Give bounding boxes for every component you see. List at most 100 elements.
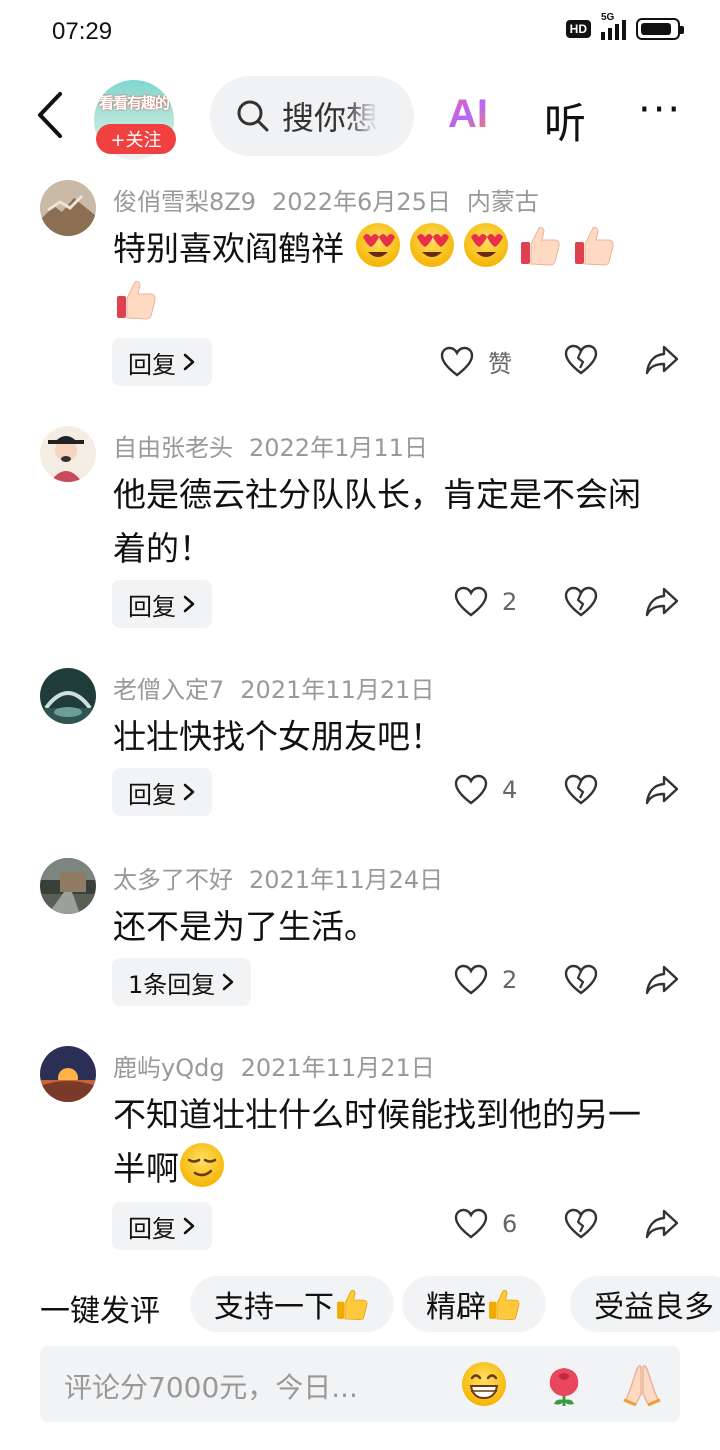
- comment-username[interactable]: 鹿屿yQdg: [113, 1054, 225, 1082]
- comment-actions: 6: [454, 1202, 704, 1250]
- quick-comment-chip[interactable]: 支持一下: [190, 1276, 394, 1332]
- reply-label: 回复: [128, 1214, 176, 1243]
- like-button[interactable]: 2: [454, 964, 517, 996]
- comment-username[interactable]: 自由张老头: [113, 434, 233, 462]
- dislike-button[interactable]: [564, 344, 598, 380]
- status-bar: 07:29 HD 5G: [0, 0, 720, 64]
- quick-comment-chip[interactable]: 精辟: [402, 1276, 546, 1332]
- share-button[interactable]: [644, 964, 680, 1000]
- dislike-button[interactable]: [564, 586, 598, 622]
- back-button[interactable]: [32, 90, 72, 140]
- avatar[interactable]: [40, 858, 96, 914]
- broken-heart-icon: [564, 344, 598, 375]
- comment-meta: 老僧入定7 2021年11月21日: [113, 670, 450, 705]
- like-count: 4: [502, 776, 518, 804]
- thumbs-up-emoji-icon: [117, 280, 156, 320]
- heart-icon: [454, 964, 488, 995]
- rose-emoji-icon[interactable]: [540, 1360, 588, 1408]
- like-button[interactable]: 4: [454, 774, 517, 806]
- comment-username[interactable]: 老僧入定7: [113, 676, 224, 704]
- avatar[interactable]: [40, 180, 96, 236]
- reply-button[interactable]: 回复: [112, 580, 212, 628]
- comment-input[interactable]: 评论分7000元，今日...: [40, 1346, 680, 1422]
- chevron-left-icon: [38, 92, 62, 138]
- like-count: 2: [502, 966, 518, 994]
- comment-text: 特别喜欢阎鹤祥: [113, 222, 673, 330]
- broken-heart-icon: [564, 964, 598, 995]
- more-button[interactable]: ···: [638, 90, 682, 130]
- like-button[interactable]: 2: [454, 586, 517, 618]
- comment-text: 他是德云社分队队长，肯定是不会闲着的！: [113, 475, 641, 568]
- smirk-emoji-icon: [180, 1143, 224, 1187]
- hd-icon: HD: [565, 20, 591, 38]
- reply-label: 回复: [128, 780, 176, 809]
- share-button[interactable]: [644, 344, 680, 380]
- comment-date: 2022年1月11日: [249, 434, 428, 462]
- like-count: 6: [502, 1210, 518, 1238]
- comment-meta: 鹿屿yQdg 2021年11月21日: [113, 1048, 451, 1083]
- broken-heart-icon: [564, 1208, 598, 1239]
- chip-label: 精辟: [426, 1290, 486, 1325]
- chevron-right-icon: [183, 353, 195, 371]
- heart-eyes-emoji-icon: [463, 223, 508, 267]
- comment-date: 2021年11月21日: [240, 1054, 435, 1082]
- comment-text: 还不是为了生活。: [113, 907, 377, 946]
- heart-eyes-emoji-icon: [355, 223, 400, 267]
- like-count: 2: [502, 588, 518, 616]
- like-button[interactable]: 6: [454, 1208, 517, 1240]
- ai-button[interactable]: AI: [448, 92, 488, 137]
- share-icon: [645, 1209, 679, 1239]
- comment-date: 2021年11月24日: [249, 866, 444, 894]
- chevron-right-icon: [223, 973, 234, 991]
- dislike-button[interactable]: [564, 964, 598, 1000]
- comment-text: 壮壮快找个女朋友吧！: [113, 717, 443, 756]
- like-label: 赞: [488, 350, 512, 378]
- chevron-right-icon: [183, 783, 195, 801]
- heart-icon: [454, 586, 488, 617]
- comment-text-content: 特别喜欢阎鹤祥: [113, 229, 344, 268]
- comment-date: 2021年11月21日: [240, 676, 435, 704]
- thumbs-up-emoji-icon: [520, 226, 560, 266]
- comment-meta: 太多了不好 2021年11月24日: [113, 860, 459, 895]
- grin-emoji-icon[interactable]: [460, 1360, 508, 1408]
- share-button[interactable]: [644, 774, 680, 810]
- signal-icon: 5G: [601, 12, 626, 40]
- comment-actions: 2: [454, 580, 704, 628]
- reply-button[interactable]: 回复: [112, 1202, 212, 1250]
- broken-heart-icon: [564, 586, 598, 617]
- avatar[interactable]: [40, 1046, 96, 1102]
- comment-text: 不知道壮壮什么时候能找到他的另一半啊: [113, 1088, 673, 1196]
- status-time: 07:29: [52, 18, 113, 45]
- reply-button[interactable]: 回复: [112, 338, 212, 386]
- comment-actions: 赞: [440, 338, 690, 386]
- reply-button[interactable]: 回复: [112, 768, 212, 816]
- pray-emoji-icon[interactable]: [618, 1360, 666, 1408]
- share-button[interactable]: [644, 586, 680, 622]
- follow-button[interactable]: +关注: [96, 124, 176, 154]
- avatar[interactable]: [40, 668, 96, 724]
- like-button[interactable]: 赞: [440, 344, 512, 379]
- comment-username[interactable]: 太多了不好: [113, 866, 233, 894]
- search-input[interactable]: 搜你想: [210, 76, 414, 156]
- comment-actions: 2: [454, 958, 704, 1006]
- listen-button[interactable]: 听: [544, 90, 586, 151]
- reply-label: 回复: [128, 350, 176, 379]
- dislike-button[interactable]: [564, 1208, 598, 1244]
- dislike-button[interactable]: [564, 774, 598, 810]
- reply-button[interactable]: 1条回复: [112, 958, 252, 1006]
- comment-username[interactable]: 俊俏雪梨8Z9: [113, 188, 256, 216]
- share-button[interactable]: [644, 1208, 680, 1244]
- search-placeholder: 搜你想: [282, 99, 379, 137]
- share-icon: [645, 587, 679, 617]
- thumbs-up-emoji-icon: [337, 1289, 368, 1321]
- chevron-right-icon: [183, 1217, 195, 1235]
- chip-label: 支持一下: [214, 1290, 334, 1325]
- quick-comment-chip[interactable]: 受益良多: [570, 1276, 720, 1332]
- avatar[interactable]: [40, 426, 96, 482]
- header: 看看有趣的 +关注 搜你想 AI 听 ···: [0, 72, 720, 162]
- channel-avatar-text: 看看有趣的: [98, 94, 170, 112]
- battery-icon: [636, 18, 684, 40]
- chip-label: 受益良多: [594, 1290, 714, 1325]
- heart-eyes-emoji-icon: [409, 223, 454, 267]
- broken-heart-icon: [564, 774, 598, 805]
